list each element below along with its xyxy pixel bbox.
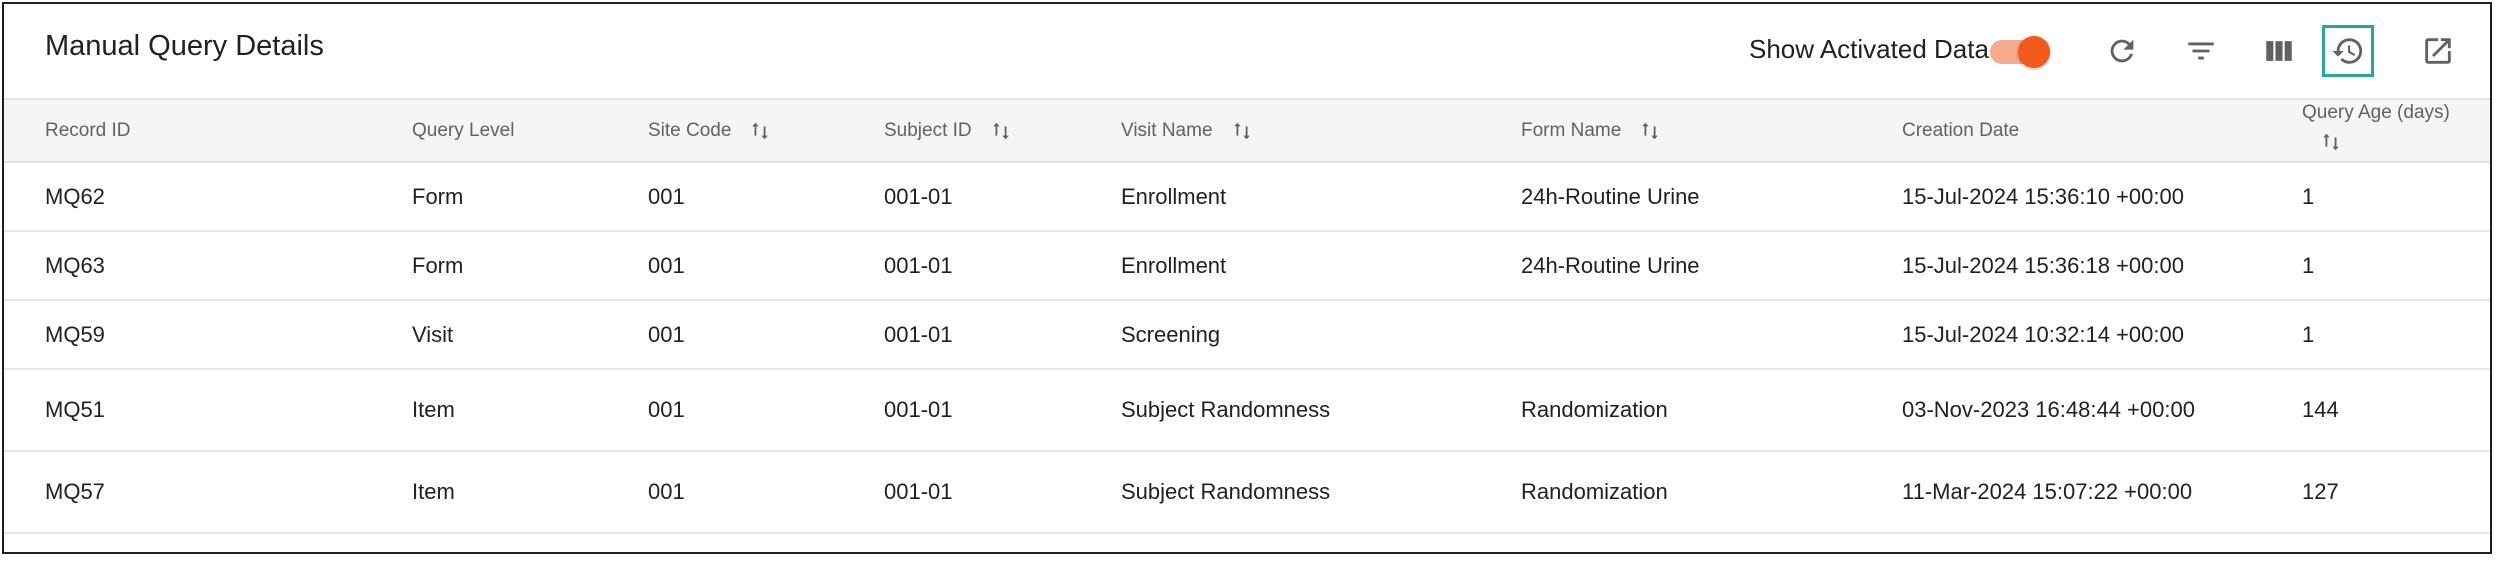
cell-creation-date: 15-Jul-2024 10:32:14 +00:00: [1902, 321, 2184, 347]
cell-form-name: 24h-Routine Urine: [1521, 183, 1700, 209]
cell-query-level: Form: [412, 252, 464, 278]
table-row[interactable]: MQ62 Form 001 001-01 Enrollment 24h-Rout…: [4, 163, 2490, 232]
refresh-icon: [2110, 39, 2134, 63]
cell-record-id: MQ63: [45, 252, 105, 278]
column-label: Creation Date: [1902, 119, 2020, 141]
column-header-creation-date: Creation Date: [1902, 100, 2019, 161]
cell-subject-id: 001-01: [884, 252, 953, 278]
column-header-subject-id: Subject ID: [884, 100, 1012, 161]
cell-visit-name: Screening: [1121, 321, 1221, 347]
column-label: Subject ID: [884, 119, 972, 141]
history-button[interactable]: [2322, 25, 2374, 77]
manual-query-panel: Manual Query Details Show Activated Data…: [2, 2, 2492, 554]
cell-creation-date: 15-Jul-2024 15:36:18 +00:00: [1902, 252, 2184, 278]
column-label: Record ID: [45, 119, 131, 141]
cell-form-name: Randomization: [1521, 479, 1668, 504]
cell-form-name: 24h-Routine Urine: [1521, 252, 1700, 278]
table-row[interactable]: MQ63 Form 001 001-01 Enrollment 24h-Rout…: [4, 232, 2490, 301]
show-activated-label: Show Activated Data: [1749, 34, 1989, 64]
cell-creation-date: 03-Nov-2023 16:48:44 +00:00: [1902, 397, 2195, 422]
cell-query-age: 1: [2302, 183, 2315, 209]
sort-icon[interactable]: [990, 120, 1012, 142]
column-label: Visit Name: [1121, 119, 1213, 141]
cell-query-level: Item: [412, 397, 455, 422]
table-row[interactable]: MQ51 Item 001 001-01 Subject Randomness …: [4, 370, 2490, 452]
toggle-knob: [2018, 36, 2050, 68]
cell-visit-name: Enrollment: [1121, 252, 1227, 278]
sort-icon[interactable]: [749, 120, 771, 142]
cell-site-code: 001: [648, 479, 685, 504]
column-header-form-name: Form Name: [1521, 100, 1661, 161]
cell-subject-id: 001-01: [884, 183, 953, 209]
filter-button[interactable]: [2175, 25, 2227, 77]
table-row[interactable]: MQ57 Item 001 001-01 Subject Randomness …: [4, 452, 2490, 534]
open-external-button[interactable]: [2412, 25, 2464, 77]
cell-site-code: 001: [648, 397, 685, 422]
table-header: Record ID Query Level Site Code Subject …: [4, 100, 2490, 163]
cell-visit-name: Subject Randomness: [1121, 397, 1331, 422]
column-label: Form Name: [1521, 119, 1622, 141]
cell-record-id: MQ59: [45, 321, 105, 347]
panel-header: Manual Query Details Show Activated Data: [4, 4, 2490, 100]
sort-icon[interactable]: [1639, 120, 1661, 142]
cell-creation-date: 11-Mar-2024 15:07:22 +00:00: [1902, 479, 2193, 504]
sort-icon[interactable]: [1231, 120, 1253, 142]
cell-query-level: Form: [412, 183, 464, 209]
cell-site-code: 001: [648, 252, 685, 278]
cell-subject-id: 001-01: [884, 397, 953, 422]
cell-query-age: 144: [2302, 397, 2339, 422]
cell-query-level: Visit: [412, 321, 454, 347]
cell-query-level: Item: [412, 479, 455, 504]
column-header-site-code: Site Code: [648, 100, 771, 161]
open-external-icon: [2425, 38, 2451, 64]
column-label: Query Level: [412, 119, 515, 141]
cell-record-id: MQ51: [45, 397, 105, 422]
column-header-record-id: Record ID: [45, 100, 131, 161]
column-label: Query Age (days): [2302, 102, 2450, 123]
cell-query-age: 1: [2302, 252, 2315, 278]
columns-button[interactable]: [2253, 25, 2305, 77]
column-label: Site Code: [648, 119, 732, 141]
cell-subject-id: 001-01: [884, 479, 953, 504]
filter-icon: [2188, 42, 2214, 60]
cell-query-age: 1: [2302, 321, 2315, 347]
table-row[interactable]: MQ59 Visit 001 001-01 Screening 15-Jul-2…: [4, 301, 2490, 370]
sort-icon[interactable]: [2320, 131, 2342, 153]
cell-site-code: 001: [648, 321, 685, 347]
cell-subject-id: 001-01: [884, 321, 953, 347]
column-header-query-level: Query Level: [412, 100, 514, 161]
show-activated-toggle[interactable]: [1990, 36, 2050, 68]
cell-creation-date: 15-Jul-2024 15:36:10 +00:00: [1902, 183, 2184, 209]
cell-record-id: MQ62: [45, 183, 105, 209]
refresh-button[interactable]: [2096, 25, 2148, 77]
page-title: Manual Query Details: [45, 30, 324, 62]
history-icon: [2332, 38, 2363, 64]
cell-site-code: 001: [648, 183, 685, 209]
cell-form-name: Randomization: [1521, 397, 1668, 422]
columns-icon: [2266, 41, 2292, 61]
cell-query-age: 127: [2302, 479, 2339, 504]
cell-visit-name: Subject Randomness: [1121, 479, 1331, 504]
column-header-visit-name: Visit Name: [1121, 100, 1253, 161]
cell-record-id: MQ57: [45, 479, 105, 504]
cell-visit-name: Enrollment: [1121, 183, 1227, 209]
